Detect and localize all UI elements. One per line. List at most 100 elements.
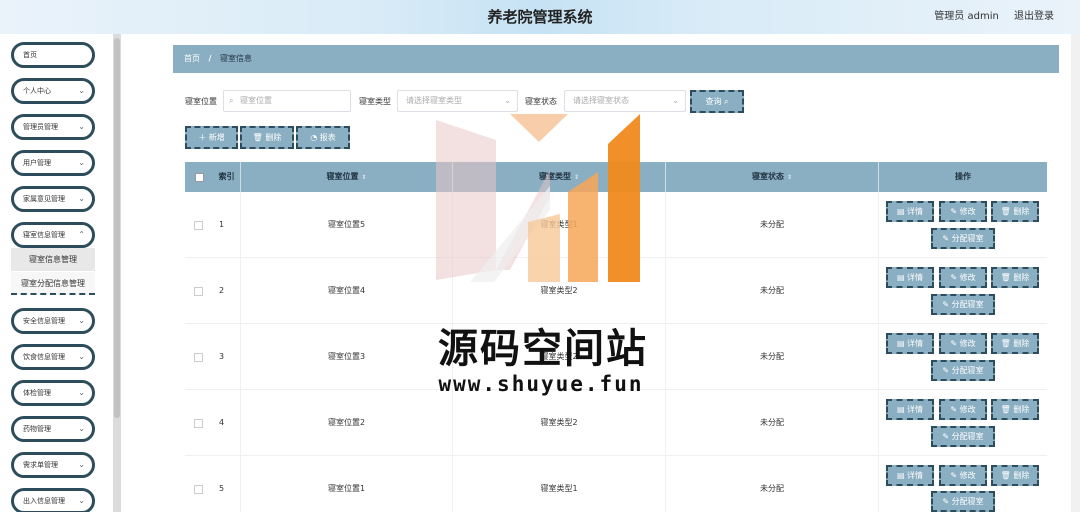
sidebar-item-label: 体检管理 — [23, 389, 51, 397]
sidebar-item-access[interactable]: 出入信息管理 ⌄ — [11, 488, 95, 512]
chevron-down-icon: ⌄ — [78, 122, 85, 131]
row-checkbox[interactable] — [194, 287, 203, 296]
chevron-down-icon: ⌄ — [672, 96, 679, 105]
detail-button[interactable]: ▤ 详情 — [886, 201, 934, 222]
breadcrumb-home[interactable]: 首页 — [184, 54, 200, 63]
cell-status: 未分配 — [666, 390, 879, 456]
row-checkbox[interactable] — [194, 419, 203, 428]
detail-button[interactable]: ▤ 详情 — [886, 399, 934, 420]
sidebar-item-label: 管理员管理 — [23, 123, 58, 131]
delete-row-button[interactable]: 🗑 删除 — [991, 267, 1039, 288]
edit-button[interactable]: ✎ 修改 — [939, 333, 987, 354]
edit-button[interactable]: ✎ 修改 — [939, 465, 987, 486]
cell-status: 未分配 — [666, 192, 879, 258]
cell-type: 寝室类型1 — [453, 192, 666, 258]
sidebar-item-medicine[interactable]: 药物管理 ⌄ — [11, 416, 95, 442]
sidebar-item-checkup[interactable]: 体检管理 ⌄ — [11, 380, 95, 406]
row-checkbox[interactable] — [194, 353, 203, 362]
sidebar-item-safety[interactable]: 安全信息管理 ⌄ — [11, 308, 95, 334]
sort-icon: ⇕ — [573, 174, 580, 181]
position-placeholder: 寝室位置 — [240, 96, 272, 105]
header-position[interactable]: 寝室位置 ⇕ — [241, 162, 453, 192]
delete-button[interactable]: 🗑 删除 — [240, 126, 294, 149]
table-row: 2 寝室位置4 寝室类型2 未分配 ▤ 详情 ✎ 修改 🗑 删除 ✎ 分配寝室 — [185, 258, 1047, 324]
detail-button[interactable]: ▤ 详情 — [886, 267, 934, 288]
table-row: 1 寝室位置5 寝室类型1 未分配 ▤ 详情 ✎ 修改 🗑 删除 ✎ 分配寝室 — [185, 192, 1047, 258]
select-all-checkbox[interactable] — [195, 173, 204, 182]
chevron-down-icon: ⌄ — [78, 388, 85, 397]
cell-status: 未分配 — [666, 324, 879, 390]
cell-type: 寝室类型2 — [453, 390, 666, 456]
chevron-down-icon: ⌄ — [78, 352, 85, 361]
sidebar-item-label: 首页 — [23, 51, 37, 59]
table-row: 5 寝室位置1 寝室类型1 未分配 ▤ 详情 ✎ 修改 🗑 删除 ✎ 分配寝室 — [185, 456, 1047, 512]
sidebar-item-profile[interactable]: 个人中心 ⌄ — [11, 78, 95, 104]
query-button[interactable]: 查询 ⌕ — [690, 90, 744, 113]
sidebar-subitem-dorm-info[interactable]: 寝室信息管理 — [11, 248, 95, 271]
header-status[interactable]: 寝室状态 ⇕ — [666, 162, 879, 192]
sidebar-item-label: 个人中心 — [23, 87, 51, 95]
header-status-label: 寝室状态 — [751, 172, 784, 181]
detail-button[interactable]: ▤ 详情 — [886, 333, 934, 354]
cell-type: 寝室类型1 — [453, 456, 666, 512]
sidebar-item-diet[interactable]: 饮食信息管理 ⌄ — [11, 344, 95, 370]
sidebar-item-label: 需求单管理 — [23, 461, 58, 469]
position-search-input[interactable]: ⌕ 寝室位置 — [223, 90, 351, 112]
cell-index: 2 — [213, 258, 241, 324]
chevron-down-icon: ⌄ — [78, 158, 85, 167]
header-index: 索引 — [213, 162, 241, 192]
page-scrollbar[interactable] — [1071, 34, 1080, 512]
sidebar-item-users[interactable]: 用户管理 ⌄ — [11, 150, 95, 176]
breadcrumb-separator: / — [208, 54, 212, 63]
delete-row-button[interactable]: 🗑 删除 — [991, 465, 1039, 486]
row-checkbox[interactable] — [194, 485, 203, 494]
app-title: 养老院管理系统 — [487, 8, 593, 26]
row-checkbox[interactable] — [194, 221, 203, 230]
cell-position: 寝室位置4 — [241, 258, 453, 324]
user-area: 管理员 admin 退出登录 — [922, 0, 1054, 34]
sidebar-item-label: 安全信息管理 — [23, 317, 65, 325]
sidebar-item-admin[interactable]: 管理员管理 ⌄ — [11, 114, 95, 140]
sidebar-item-family-feedback[interactable]: 家属意见管理 ⌄ — [11, 186, 95, 212]
report-button[interactable]: ◔ 报表 — [296, 126, 350, 149]
cell-index: 5 — [213, 456, 241, 512]
sidebar-item-dorm-info[interactable]: 寝室信息管理 ⌃ — [11, 222, 95, 248]
delete-row-button[interactable]: 🗑 删除 — [991, 333, 1039, 354]
sidebar-scrollbar[interactable] — [113, 34, 121, 512]
sidebar-item-requests[interactable]: 需求单管理 ⌄ — [11, 452, 95, 478]
delete-row-button[interactable]: 🗑 删除 — [991, 201, 1039, 222]
table-header: 索引 寝室位置 ⇕ 寝室类型 ⇕ 寝室状态 ⇕ 操作 — [185, 162, 1047, 192]
status-label: 寝室状态 — [525, 97, 557, 106]
top-header: 养老院管理系统 管理员 admin 退出登录 — [0, 0, 1080, 34]
assign-room-button[interactable]: ✎ 分配寝室 — [931, 360, 995, 381]
delete-row-button[interactable]: 🗑 删除 — [991, 399, 1039, 420]
chevron-down-icon: ⌄ — [78, 316, 85, 325]
assign-room-button[interactable]: ✎ 分配寝室 — [931, 426, 995, 447]
table-row: 4 寝室位置2 寝室类型2 未分配 ▤ 详情 ✎ 修改 🗑 删除 ✎ 分配寝室 — [185, 390, 1047, 456]
status-placeholder: 请选择寝室状态 — [573, 96, 629, 105]
detail-button[interactable]: ▤ 详情 — [886, 465, 934, 486]
chevron-up-icon: ⌃ — [78, 230, 85, 239]
chevron-down-icon: ⌄ — [78, 86, 85, 95]
header-type[interactable]: 寝室类型 ⇕ — [453, 162, 666, 192]
sort-icon: ⇕ — [786, 174, 793, 181]
cell-position: 寝室位置5 — [241, 192, 453, 258]
chevron-down-icon: ⌄ — [504, 96, 511, 105]
sidebar-item-label: 用户管理 — [23, 159, 51, 167]
sidebar-subitem-dorm-assign[interactable]: 寝室分配信息管理 — [11, 272, 95, 295]
assign-room-button[interactable]: ✎ 分配寝室 — [931, 491, 995, 512]
status-select[interactable]: 请选择寝室状态 ⌄ — [564, 90, 686, 112]
sidebar-item-home[interactable]: 首页 — [11, 42, 95, 68]
edit-button[interactable]: ✎ 修改 — [939, 201, 987, 222]
add-button[interactable]: ＋ 新增 — [185, 126, 238, 149]
assign-room-button[interactable]: ✎ 分配寝室 — [931, 294, 995, 315]
assign-room-button[interactable]: ✎ 分配寝室 — [931, 228, 995, 249]
logout-link[interactable]: 退出登录 — [1014, 11, 1054, 22]
type-label: 寝室类型 — [359, 97, 391, 106]
edit-button[interactable]: ✎ 修改 — [939, 267, 987, 288]
edit-button[interactable]: ✎ 修改 — [939, 399, 987, 420]
type-select[interactable]: 请选择寝室类型 ⌄ — [397, 90, 518, 112]
watermark-shape — [510, 114, 568, 142]
type-placeholder: 请选择寝室类型 — [406, 96, 462, 105]
sidebar-item-label: 寝室信息管理 — [23, 231, 65, 239]
